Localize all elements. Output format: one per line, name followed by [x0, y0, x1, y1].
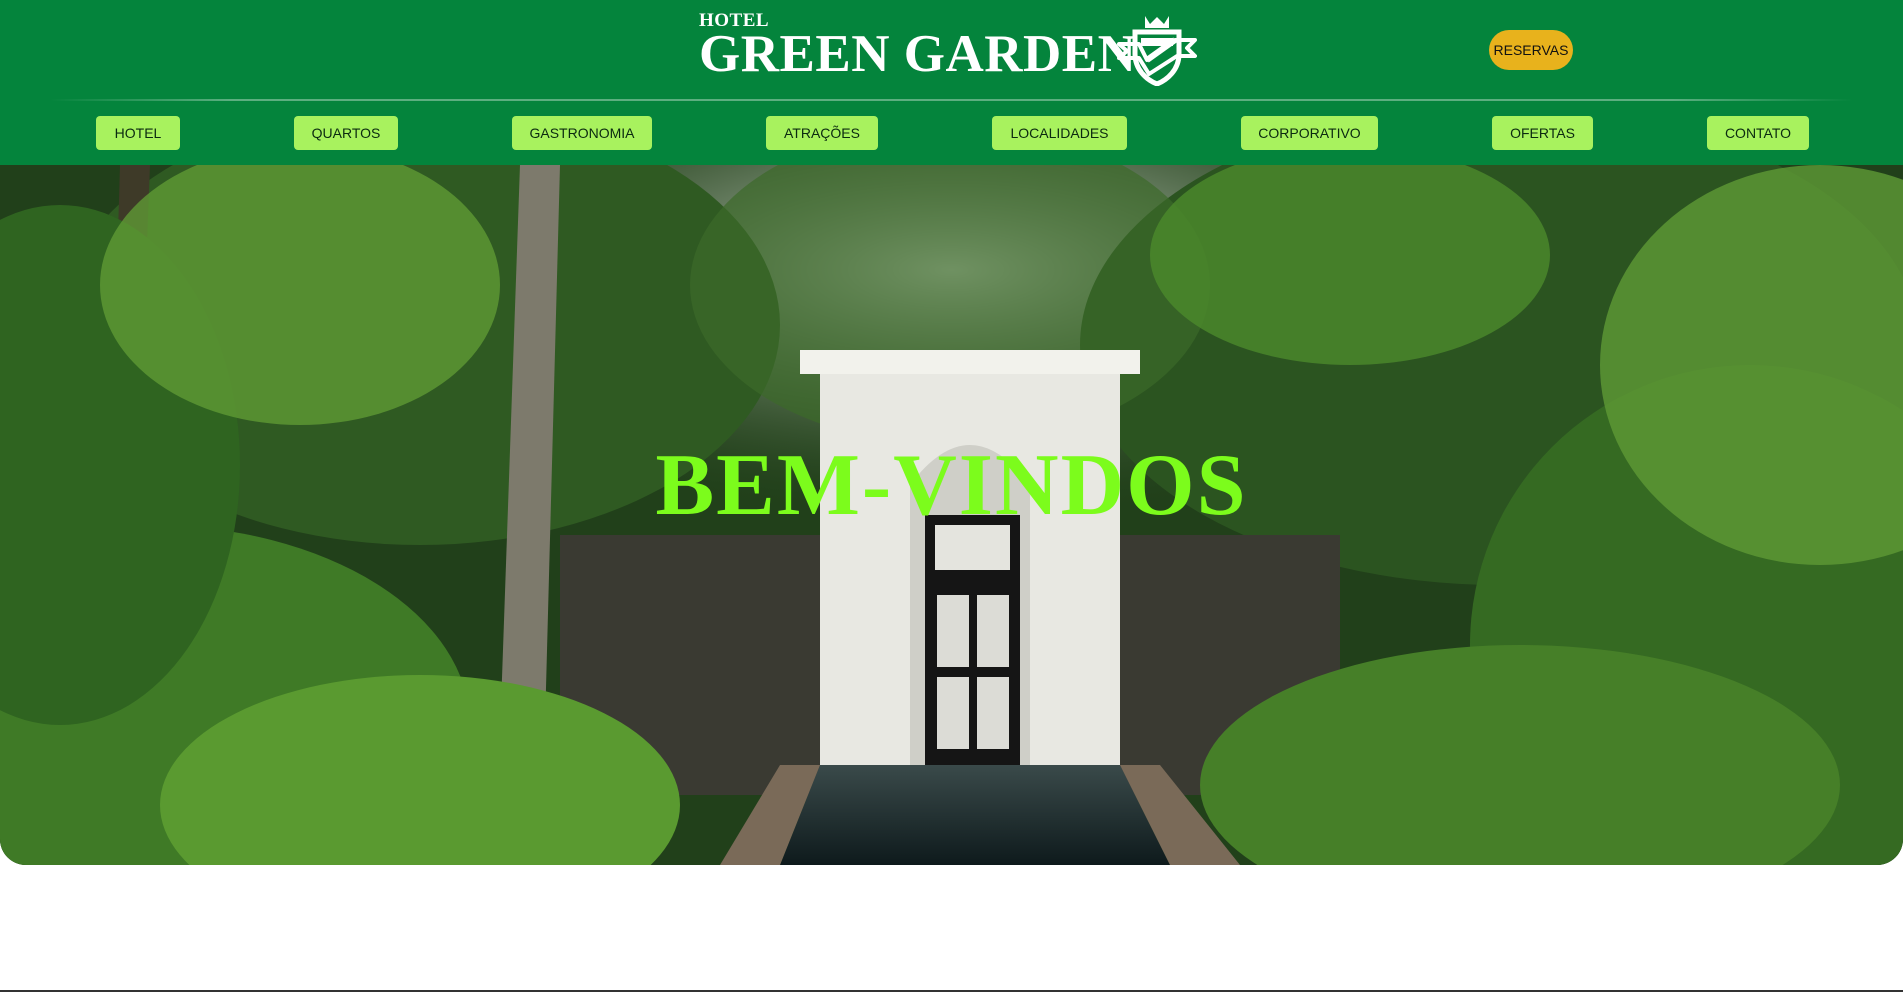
nav-item-corporativo[interactable]: CORPORATIVO — [1241, 116, 1378, 150]
nav-divider — [50, 99, 1853, 101]
hero-banner: BEM-VINDOS — [0, 165, 1903, 865]
reservas-button[interactable]: RESERVAS — [1489, 30, 1573, 70]
nav-item-quartos[interactable]: QUARTOS — [294, 116, 398, 150]
site-header: HOTEL GREEN GARDEN RESERVAS HOTEL QUARTO… — [0, 0, 1903, 165]
nav-item-gastronomia[interactable]: GASTRONOMIA — [512, 116, 652, 150]
nav-item-hotel[interactable]: HOTEL — [96, 116, 180, 150]
nav-item-ofertas[interactable]: OFERTAS — [1492, 116, 1593, 150]
logo-big-text: GREEN GARDEN — [699, 25, 1137, 83]
hero-title: BEM-VINDOS — [655, 437, 1248, 534]
nav-item-localidades[interactable]: LOCALIDADES — [992, 116, 1127, 150]
nav-item-atracoes[interactable]: ATRAÇÕES — [766, 116, 878, 150]
shield-crown-icon — [1117, 16, 1197, 86]
nav-item-contato[interactable]: CONTATO — [1707, 116, 1809, 150]
hotel-logo[interactable]: HOTEL GREEN GARDEN — [699, 10, 1199, 88]
